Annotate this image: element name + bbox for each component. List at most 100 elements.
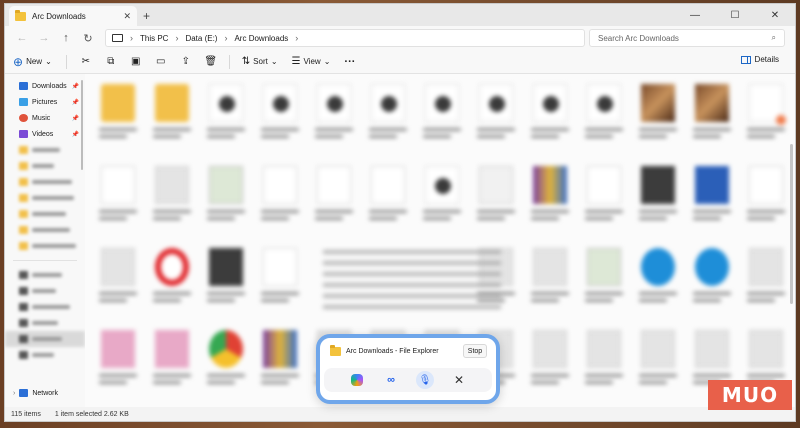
file-item[interactable] bbox=[741, 160, 791, 234]
breadcrumb-arc-downloads[interactable]: Arc Downloads bbox=[234, 34, 288, 43]
search-input[interactable]: Search Arc Downloads ⌕ bbox=[589, 29, 785, 47]
file-item[interactable] bbox=[255, 242, 305, 316]
sidebar-item-blurred[interactable] bbox=[5, 238, 85, 254]
sidebar-item-videos[interactable]: Videos 📌 bbox=[5, 126, 85, 142]
file-item[interactable] bbox=[687, 78, 737, 152]
file-item[interactable] bbox=[201, 78, 251, 152]
view-button[interactable]: ☰ View ⌄ bbox=[292, 56, 331, 67]
more-options-button[interactable]: ··· bbox=[344, 56, 355, 68]
breadcrumb[interactable]: › This PC › Data (E:) › Arc Downloads › bbox=[105, 29, 585, 47]
breadcrumb-this-pc[interactable]: This PC bbox=[140, 34, 168, 43]
details-button[interactable]: Details bbox=[740, 55, 779, 64]
file-item[interactable] bbox=[93, 324, 143, 398]
file-item[interactable] bbox=[255, 78, 305, 152]
new-button[interactable]: ⊕ New ⌄ bbox=[13, 55, 52, 69]
file-item[interactable] bbox=[93, 242, 143, 316]
minimize-button[interactable]: — bbox=[675, 4, 715, 26]
sidebar-item-blurred[interactable] bbox=[5, 190, 85, 206]
share-button[interactable]: ⇪ bbox=[179, 56, 193, 67]
file-item[interactable] bbox=[93, 160, 143, 234]
sidebar-item-pictures[interactable]: Pictures 📌 bbox=[5, 94, 85, 110]
vision-button[interactable]: ∞ bbox=[382, 371, 400, 389]
new-tab-button[interactable]: + bbox=[143, 9, 150, 23]
sidebar-item-network[interactable]: › Network bbox=[5, 385, 85, 401]
file-item[interactable] bbox=[579, 242, 629, 316]
up-arrow-icon[interactable]: ↑ bbox=[55, 32, 77, 44]
sidebar-item-blurred[interactable] bbox=[5, 142, 85, 158]
file-item[interactable] bbox=[255, 324, 305, 398]
file-item[interactable] bbox=[255, 160, 305, 234]
file-item[interactable] bbox=[471, 160, 521, 234]
chevron-right-icon[interactable]: › bbox=[295, 33, 298, 43]
file-item[interactable] bbox=[525, 160, 575, 234]
file-item[interactable] bbox=[687, 242, 737, 316]
file-item[interactable] bbox=[525, 242, 575, 316]
close-popup-button[interactable]: ✕ bbox=[450, 371, 468, 389]
sidebar-item-blurred[interactable] bbox=[5, 158, 85, 174]
copilot-button[interactable] bbox=[348, 371, 366, 389]
forward-arrow-icon[interactable]: → bbox=[33, 32, 55, 44]
sidebar-item-blurred[interactable] bbox=[5, 315, 85, 331]
file-item[interactable] bbox=[633, 242, 683, 316]
file-item[interactable] bbox=[633, 78, 683, 152]
file-item[interactable] bbox=[579, 160, 629, 234]
sidebar-scrollbar[interactable] bbox=[81, 80, 83, 170]
file-item[interactable] bbox=[93, 78, 143, 152]
file-item[interactable] bbox=[741, 78, 791, 152]
close-window-button[interactable]: ✕ bbox=[755, 4, 795, 26]
file-item[interactable] bbox=[687, 160, 737, 234]
sidebar-item-blurred[interactable] bbox=[5, 267, 85, 283]
chevron-right-icon[interactable]: › bbox=[13, 390, 15, 397]
file-item[interactable] bbox=[309, 78, 359, 152]
file-item[interactable] bbox=[147, 324, 197, 398]
file-item[interactable] bbox=[579, 324, 629, 398]
file-item[interactable] bbox=[579, 78, 629, 152]
breadcrumb-data-drive[interactable]: Data (E:) bbox=[185, 34, 217, 43]
sidebar-item-blurred[interactable] bbox=[5, 299, 85, 315]
microphone-button[interactable]: 🎙 bbox=[416, 371, 434, 389]
file-item[interactable] bbox=[363, 78, 413, 152]
sidebar-item-blurred[interactable] bbox=[5, 206, 85, 222]
sort-button[interactable]: ⇅ Sort ⌄ bbox=[242, 56, 278, 67]
file-item[interactable] bbox=[633, 324, 683, 398]
file-item[interactable] bbox=[417, 78, 467, 152]
file-item[interactable] bbox=[363, 160, 413, 234]
file-item[interactable] bbox=[741, 242, 791, 316]
navigation-pane[interactable]: Downloads 📌 Pictures 📌 Music 📌 Videos 📌 bbox=[5, 74, 85, 407]
file-item[interactable] bbox=[201, 324, 251, 398]
sidebar-item-blurred[interactable] bbox=[5, 174, 85, 190]
chevron-right-icon[interactable]: › bbox=[130, 33, 133, 43]
file-item[interactable] bbox=[201, 242, 251, 316]
file-item[interactable] bbox=[525, 324, 575, 398]
file-item[interactable] bbox=[417, 160, 467, 234]
maximize-button[interactable]: ☐ bbox=[715, 4, 755, 26]
file-item[interactable] bbox=[309, 160, 359, 234]
cut-button[interactable]: ✂ bbox=[79, 56, 93, 67]
file-item[interactable] bbox=[471, 78, 521, 152]
file-item[interactable] bbox=[201, 160, 251, 234]
sidebar-item-downloads[interactable]: Downloads 📌 bbox=[5, 78, 85, 94]
sidebar-item-selected-drive[interactable] bbox=[5, 331, 85, 347]
tab-arc-downloads[interactable]: Arc Downloads ✕ bbox=[9, 6, 137, 26]
delete-button[interactable]: 🗑 bbox=[204, 56, 218, 67]
paste-button[interactable]: ▣ bbox=[129, 56, 143, 67]
close-tab-icon[interactable]: ✕ bbox=[123, 11, 131, 22]
back-arrow-icon[interactable]: ← bbox=[11, 32, 33, 44]
rename-button[interactable]: ▭ bbox=[154, 56, 168, 67]
sidebar-item-blurred[interactable] bbox=[5, 283, 85, 299]
content-scrollbar[interactable] bbox=[790, 144, 793, 304]
copy-button[interactable]: ⧉ bbox=[104, 56, 118, 67]
file-item[interactable] bbox=[525, 78, 575, 152]
sidebar-item-blurred[interactable] bbox=[5, 222, 85, 238]
file-item[interactable] bbox=[147, 242, 197, 316]
file-item[interactable] bbox=[633, 160, 683, 234]
sidebar-item-music[interactable]: Music 📌 bbox=[5, 110, 85, 126]
file-item[interactable] bbox=[147, 160, 197, 234]
chevron-right-icon[interactable]: › bbox=[224, 33, 227, 43]
chevron-right-icon[interactable]: › bbox=[175, 33, 178, 43]
sidebar-item-blurred[interactable] bbox=[5, 347, 85, 363]
file-item[interactable] bbox=[147, 78, 197, 152]
file-name-blurred bbox=[99, 217, 127, 220]
stop-sharing-button[interactable]: Stop bbox=[463, 344, 487, 358]
refresh-icon[interactable]: ↻ bbox=[77, 32, 99, 45]
